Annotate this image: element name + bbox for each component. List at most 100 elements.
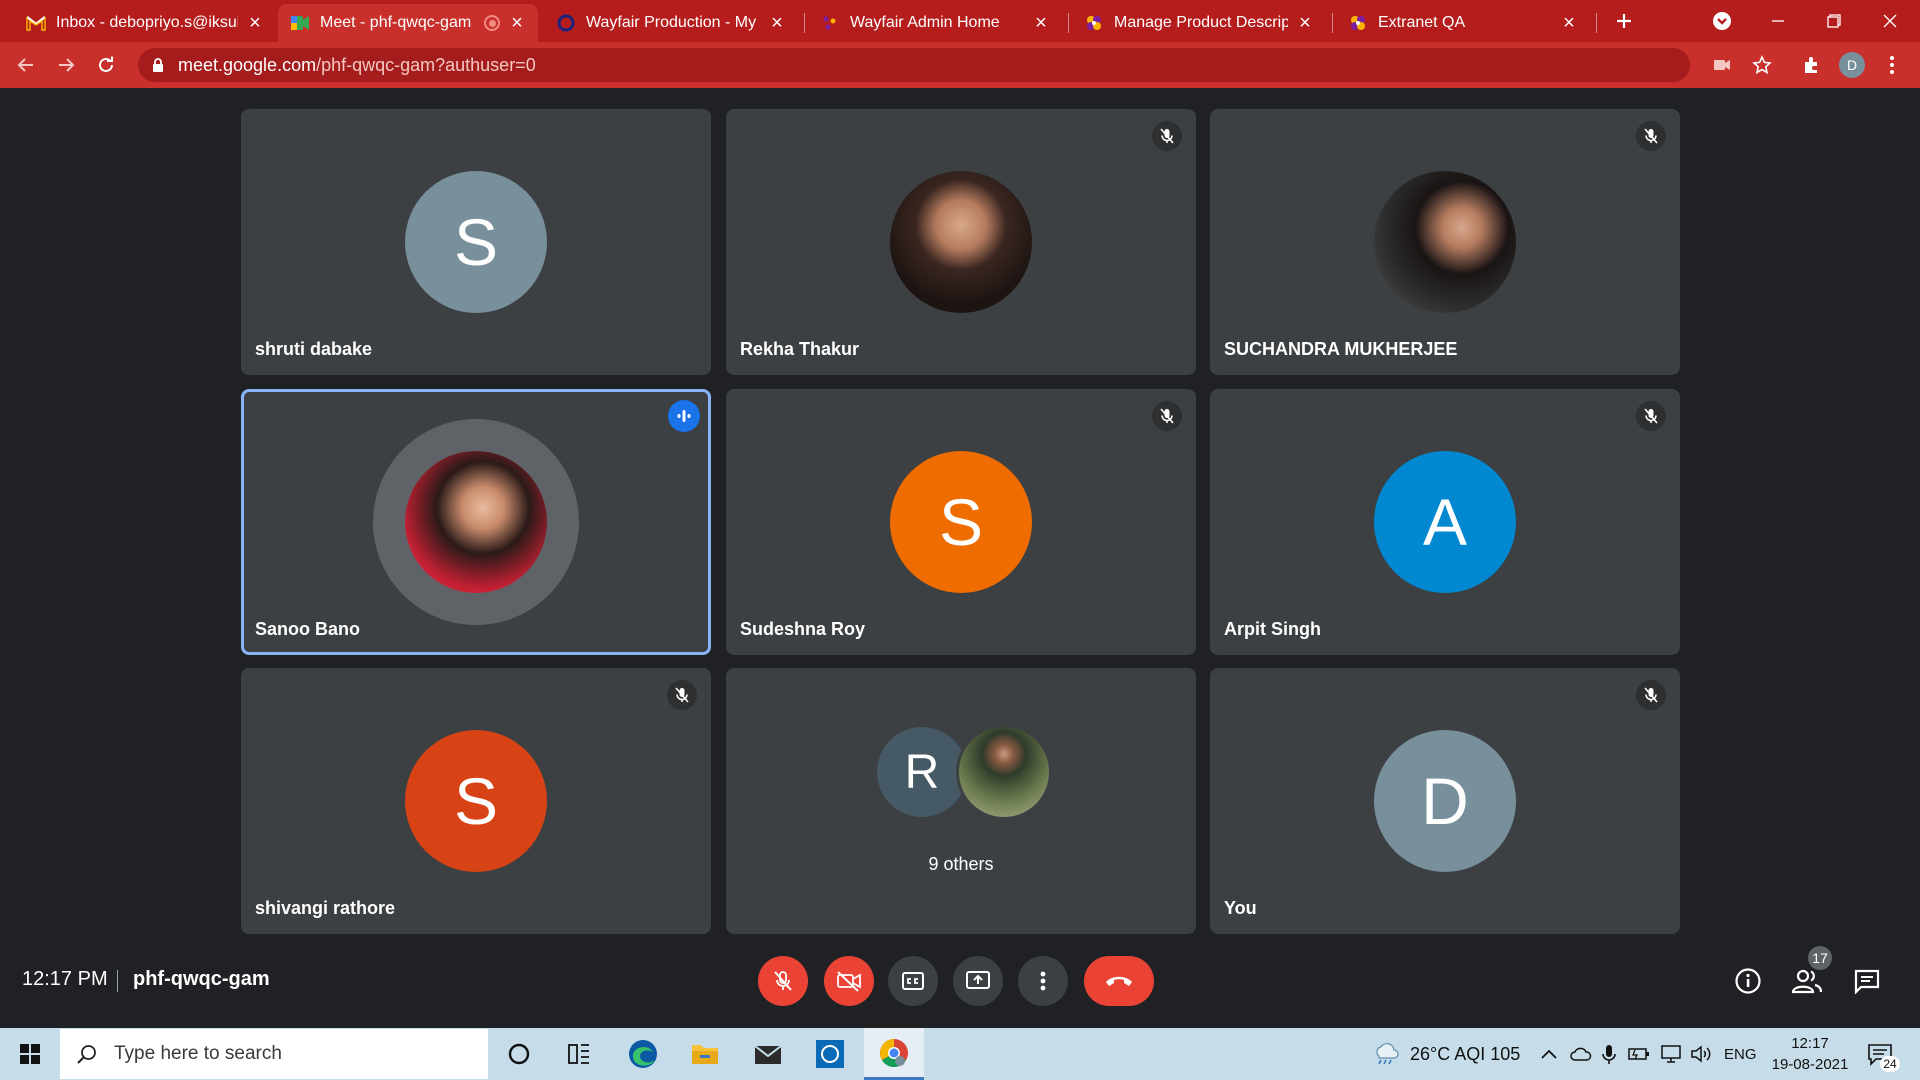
avatar: D (1374, 730, 1516, 872)
tab-meet[interactable]: Meet - phf-qwqc-gam × (278, 4, 538, 42)
back-button[interactable] (10, 49, 42, 81)
wayfair-pinwheel-icon (1348, 13, 1368, 33)
language-indicator[interactable]: ENG (1724, 1028, 1757, 1080)
participant-name: SUCHANDRA MUKHERJEE (1224, 339, 1458, 359)
tab-manage-product-description[interactable]: Manage Product Description × (1072, 4, 1326, 42)
tab-title: Meet - phf-qwqc-gam (320, 14, 472, 31)
participant-name: You (1224, 898, 1257, 918)
close-window-button[interactable] (1864, 0, 1916, 42)
camera-in-use-icon[interactable] (1706, 49, 1738, 81)
search-icon (77, 1045, 96, 1064)
task-view-icon (568, 1044, 589, 1064)
avatar (1374, 171, 1516, 313)
tab-extranet-qa[interactable]: Extranet QA × (1336, 4, 1590, 42)
weather-rain-icon (1376, 1042, 1399, 1065)
participant-tile[interactable]: S Sudeshna Roy (726, 389, 1196, 655)
minimize-button[interactable] (1752, 0, 1804, 42)
edge-icon (629, 1040, 657, 1068)
forward-button[interactable] (50, 49, 82, 81)
camera-off-icon (837, 971, 861, 992)
clock-time: 12:17 (1791, 1035, 1829, 1052)
toggle-microphone-button[interactable] (758, 956, 808, 1006)
tab-search-button[interactable] (1696, 0, 1748, 42)
people-count-badge: 17 (1808, 946, 1832, 970)
others-tile[interactable]: R 9 others (726, 668, 1196, 934)
dell-icon (816, 1040, 844, 1068)
microphone-tray-icon[interactable] (1602, 1028, 1616, 1080)
browser-tab-strip: Inbox - debopriyo.s@iksula.com × Meet - … (0, 0, 1920, 42)
close-icon[interactable]: × (1032, 13, 1050, 33)
participant-tile[interactable]: A Arpit Singh (1210, 389, 1680, 655)
action-center-button[interactable] (1866, 1028, 1894, 1080)
mic-off-icon (1152, 401, 1182, 431)
close-icon[interactable]: × (1296, 13, 1314, 33)
taskbar-edge[interactable] (615, 1028, 671, 1080)
chat-icon (1854, 969, 1880, 994)
onedrive-icon[interactable] (1570, 1028, 1592, 1080)
taskbar-dell-app[interactable] (802, 1028, 858, 1080)
tab-wayfair-production[interactable]: Wayfair Production - My Apps × (544, 4, 798, 42)
meet-icon (290, 13, 310, 33)
taskbar-file-explorer[interactable] (677, 1028, 733, 1080)
bookmark-star-icon[interactable] (1746, 49, 1778, 81)
participant-tile[interactable]: S shivangi rathore (241, 668, 711, 934)
tab-separator (804, 13, 805, 33)
weather-widget[interactable]: 26°C AQI 105 (1372, 1028, 1520, 1080)
participant-tile-active-speaker[interactable]: Sanoo Bano (241, 389, 711, 655)
taskbar-clock[interactable]: 12:17 19-08-2021 (1770, 1033, 1850, 1075)
cortana-button[interactable] (491, 1028, 547, 1080)
taskbar-search-box[interactable]: Type here to search (60, 1029, 488, 1079)
chat-button[interactable] (1846, 960, 1888, 1002)
chevron-up-icon (1541, 1049, 1557, 1059)
cortana-circle-icon (508, 1043, 530, 1065)
more-vert-icon[interactable] (1876, 49, 1908, 81)
notification-count-badge: 24 (1880, 1056, 1900, 1072)
network-icon[interactable] (1660, 1028, 1684, 1080)
others-avatar-photo (956, 724, 1052, 820)
participant-tile[interactable]: SUCHANDRA MUKHERJEE (1210, 109, 1680, 375)
captions-button[interactable] (888, 956, 938, 1006)
volume-icon[interactable] (1690, 1028, 1714, 1080)
leave-call-button[interactable] (1084, 956, 1154, 1006)
taskbar-mail[interactable] (740, 1028, 796, 1080)
tab-title: Wayfair Production - My Apps (586, 14, 760, 31)
participant-name: shruti dabake (255, 339, 373, 359)
new-tab-button[interactable] (1598, 0, 1650, 42)
reload-button[interactable] (90, 49, 122, 81)
participant-tile-self[interactable]: D You (1210, 668, 1680, 934)
mic-off-icon (1152, 121, 1182, 151)
lock-icon[interactable] (152, 58, 164, 72)
tray-overflow-button[interactable] (1540, 1028, 1558, 1080)
meeting-details-button[interactable] (1727, 960, 1769, 1002)
close-icon[interactable]: × (508, 13, 526, 33)
meeting-code[interactable]: phf-qwqc-gam (133, 968, 270, 991)
tab-title: Inbox - debopriyo.s@iksula.com (56, 14, 238, 31)
task-view-button[interactable] (551, 1028, 607, 1080)
close-icon[interactable]: × (1560, 13, 1578, 33)
restore-button[interactable] (1808, 0, 1860, 42)
close-icon[interactable]: × (246, 13, 264, 33)
clock-date: 19-08-2021 (1771, 1056, 1849, 1073)
tab-gmail-inbox[interactable]: Inbox - debopriyo.s@iksula.com × (14, 4, 276, 42)
profile-initial: D (1839, 52, 1865, 78)
avatar: S (405, 730, 547, 872)
more-options-button[interactable] (1018, 956, 1068, 1006)
profile-avatar[interactable]: D (1836, 49, 1868, 81)
tab-wayfair-admin-home[interactable]: Wayfair Admin Home × (808, 4, 1062, 42)
close-icon[interactable]: × (768, 13, 786, 33)
windows-logo-icon (20, 1044, 40, 1064)
toggle-camera-button[interactable] (824, 956, 874, 1006)
recording-icon (484, 15, 500, 31)
address-bar[interactable]: meet.google.com/phf-qwqc-gam?authuser=0 (138, 48, 1690, 82)
start-button[interactable] (2, 1028, 58, 1080)
closed-captions-icon (902, 972, 924, 990)
folder-icon (692, 1045, 718, 1064)
extensions-icon[interactable] (1796, 49, 1828, 81)
taskbar-chrome[interactable] (864, 1028, 924, 1080)
participant-tile[interactable]: Rekha Thakur (726, 109, 1196, 375)
mic-off-icon (774, 971, 792, 991)
participant-tile[interactable]: S shruti dabake (241, 109, 711, 375)
meeting-clock: 12:17 PM (22, 968, 108, 990)
battery-icon[interactable] (1628, 1028, 1650, 1080)
present-screen-button[interactable] (953, 956, 1003, 1006)
